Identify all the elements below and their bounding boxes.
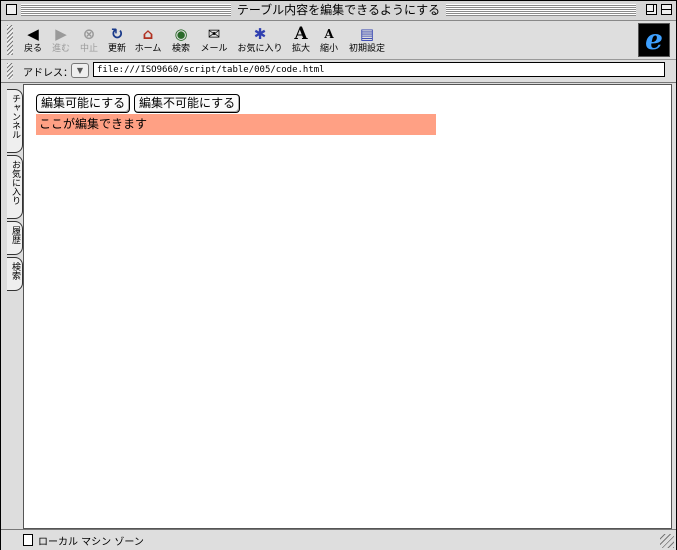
- address-grip[interactable]: [7, 63, 13, 79]
- address-bar: アドレス： ▼ file:///ISO9660/script/table/005…: [1, 60, 676, 83]
- mail-button[interactable]: ✉ メール: [197, 24, 231, 55]
- search-button[interactable]: ◉ 検索: [164, 24, 198, 55]
- enable-edit-button[interactable]: 編集可能にする: [36, 94, 131, 113]
- tab-channels-label: チャンネル: [10, 94, 20, 139]
- editable-cell[interactable]: ここが編集できます: [36, 114, 436, 135]
- ie-logo[interactable]: e: [638, 23, 670, 57]
- refresh-icon: ↻: [110, 25, 124, 43]
- address-label: アドレス：: [23, 68, 73, 79]
- favorites-label: お気に入り: [237, 44, 283, 54]
- mail-icon: ✉: [207, 25, 221, 43]
- search-label: 検索: [171, 44, 190, 54]
- disable-edit-button[interactable]: 編集不可能にする: [134, 94, 241, 113]
- resize-grip[interactable]: [660, 534, 674, 548]
- home-icon: ⌂: [142, 25, 154, 43]
- address-field[interactable]: file:///ISO9660/script/table/005/code.ht…: [93, 62, 665, 77]
- window-title: テーブル内容を編集できるようにする: [230, 3, 447, 17]
- favorites-icon: ✱: [253, 25, 267, 43]
- home-label: ホーム: [134, 44, 162, 54]
- toolbar-grip[interactable]: [7, 25, 13, 55]
- address-dropdown[interactable]: ▼: [71, 63, 89, 78]
- zone-icon: [23, 534, 33, 546]
- toolbar: ◀ 戻る ▶ 進む ⊗ 中止 ↻ 更新 ⌂ ホーム ◉ 検索 ✉ メール ✱ お: [1, 21, 676, 60]
- tab-channels[interactable]: チャンネル: [7, 89, 23, 153]
- tab-history[interactable]: 履歴: [7, 221, 23, 255]
- zoom-box[interactable]: [646, 4, 657, 15]
- browser-window: テーブル内容を編集できるようにする ◀ 戻る ▶ 進む ⊗ 中止 ↻ 更新 ⌂ …: [0, 0, 677, 550]
- explorer-bar-tabs: チャンネル お気に入り 履歴 検索: [1, 85, 23, 521]
- smaller-text-icon: A: [324, 27, 334, 41]
- search-icon: ◉: [174, 25, 188, 43]
- title-bar[interactable]: テーブル内容を編集できるようにする: [1, 1, 676, 21]
- chevron-down-icon: ▼: [76, 66, 84, 75]
- preferences-button[interactable]: ▤ 初期設定: [346, 24, 388, 55]
- tab-favorites[interactable]: お気に入り: [7, 155, 23, 219]
- page-content: 編集可能にする 編集不可能にする ここが編集できます: [23, 84, 672, 529]
- smaller-text-label: 縮小: [319, 44, 338, 54]
- status-bar: ローカル マシン ゾーン: [1, 529, 676, 550]
- smaller-text-button[interactable]: A 縮小: [312, 24, 346, 55]
- preferences-icon: ▤: [359, 25, 375, 43]
- mail-label: メール: [200, 44, 228, 54]
- preferences-label: 初期設定: [348, 44, 385, 54]
- collapse-box[interactable]: [661, 4, 672, 15]
- favorites-button[interactable]: ✱ お気に入り: [237, 24, 283, 55]
- tab-search[interactable]: 検索: [7, 257, 23, 291]
- window-title-wrap: テーブル内容を編集できるようにする: [1, 2, 676, 18]
- tab-search-label: 検索: [10, 262, 20, 280]
- ie-logo-icon: e: [645, 23, 663, 56]
- status-zone: ローカル マシン ゾーン: [38, 537, 144, 548]
- tab-history-label: 履歴: [10, 226, 20, 244]
- tab-favorites-label: お気に入り: [10, 160, 20, 205]
- refresh-button[interactable]: ↻ 更新: [100, 24, 134, 55]
- refresh-label: 更新: [107, 44, 126, 54]
- home-button[interactable]: ⌂ ホーム: [131, 24, 165, 55]
